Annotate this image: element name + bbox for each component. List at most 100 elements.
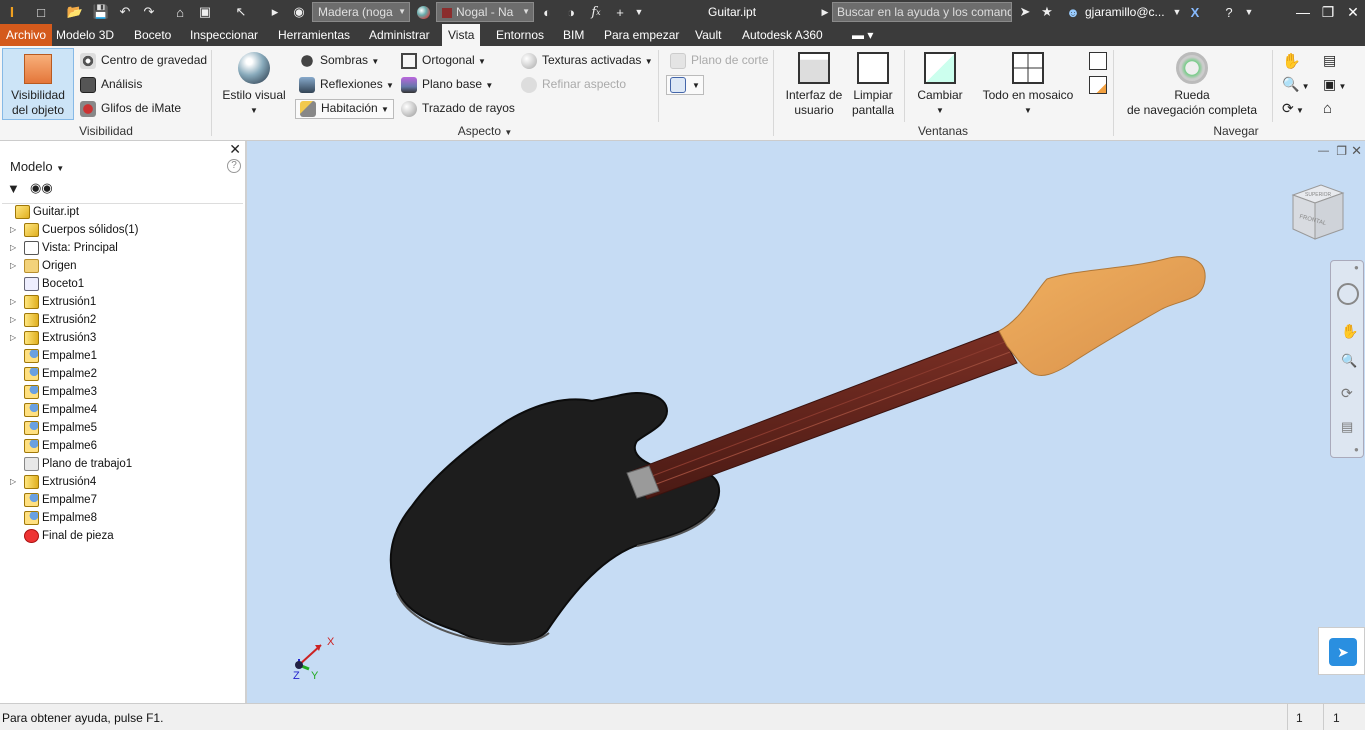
home-icon[interactable]: ⌂ (171, 3, 189, 21)
tree-item[interactable]: Empalme3 (0, 383, 240, 401)
tab-entornos[interactable]: Entornos (490, 24, 550, 46)
object-visibility-button[interactable]: Visibilidad del objeto (2, 48, 74, 120)
tree-item[interactable]: ▷ Extrusión4 (0, 473, 240, 491)
tree-item[interactable]: Empalme8 (0, 509, 240, 527)
expand-arrow-icon[interactable]: ▷ (10, 239, 16, 257)
color-wheel-icon[interactable]: ◉ (290, 3, 308, 21)
restore-button[interactable]: ❐ (1317, 2, 1339, 22)
tree-item[interactable]: Empalme4 (0, 401, 240, 419)
close-button[interactable]: ✕ (1342, 2, 1364, 22)
new-window-icon[interactable] (1089, 76, 1107, 94)
tab-para-empezar[interactable]: Para empezar (598, 24, 685, 46)
tab-overflow-button[interactable]: ▬ ▾ (846, 24, 879, 46)
switch-window-button[interactable]: Cambiar ▼ (912, 52, 968, 118)
ray-tracing-button[interactable]: Trazado de rayos (401, 101, 515, 117)
expand-arrow-icon[interactable]: ▷ (10, 293, 16, 311)
tree-item[interactable]: Empalme1 (0, 347, 240, 365)
search-binoculars-icon[interactable]: ◉◉ (30, 180, 53, 196)
reflections-button[interactable]: Reflexiones ▼ (299, 77, 394, 93)
ground-plane-button[interactable]: Plano base ▼ (401, 77, 493, 93)
search-binoculars-icon[interactable]: ➤ (1016, 3, 1034, 21)
graphics-viewport[interactable]: — ❐ ✕ FRONTAL SUPERIOR ● ✋ 🔍 ⟳ ▤ ● X Y Z… (247, 141, 1365, 703)
help-chevron-icon[interactable]: ▼ (1240, 3, 1258, 21)
tree-item[interactable]: Guitar.ipt (0, 203, 240, 221)
refine-appearance-button[interactable]: Refinar aspecto (521, 77, 626, 93)
tab-inspeccionar[interactable]: Inspeccionar (184, 24, 264, 46)
tree-item[interactable]: Final de pieza (0, 527, 240, 545)
inventor-logo-icon[interactable]: I (3, 3, 21, 21)
tab-administrar[interactable]: Administrar (363, 24, 436, 46)
filter-icon[interactable]: ▼ (7, 181, 20, 196)
user-chevron-icon[interactable]: ▼ (1168, 3, 1186, 21)
tab-bim[interactable]: BIM (557, 24, 590, 46)
tab-vault[interactable]: Vault (689, 24, 727, 46)
tab-archivo[interactable]: Archivo (0, 24, 53, 46)
tab-autodesk-a360[interactable]: Autodesk A360 (736, 24, 829, 46)
cascade-windows-icon[interactable] (1089, 52, 1107, 70)
help-search-input[interactable]: Buscar en la ayuda y los comand (832, 2, 1012, 22)
clear-appearance-icon[interactable]: ◑ (562, 3, 580, 21)
open-file-icon[interactable]: 📂 (66, 3, 84, 21)
tree-item[interactable]: ▷ Vista: Principal (0, 239, 240, 257)
tile-all-button[interactable]: Todo en mosaico ▼ (978, 52, 1078, 118)
orthographic-button[interactable]: Ortogonal ▼ (401, 53, 486, 69)
imate-glyphs-button[interactable]: Glifos de iMate (80, 101, 181, 117)
tab-boceto[interactable]: Boceto (128, 24, 177, 46)
material-dropdown[interactable]: Madera (noga ▼ (312, 2, 410, 22)
new-file-icon[interactable]: □ (32, 3, 50, 21)
zoom-all-icon[interactable]: ▣ ▼ (1323, 76, 1346, 93)
tree-item[interactable]: Plano de trabajo1 (0, 455, 240, 473)
expand-arrow-icon[interactable]: ▷ (10, 473, 16, 491)
tab-herramientas[interactable]: Herramientas (272, 24, 356, 46)
share-button[interactable]: ➤ (1318, 627, 1365, 675)
room-button[interactable]: Habitación ▼ (295, 99, 394, 119)
orbit-icon[interactable]: ⟳ ▼ (1282, 100, 1304, 117)
exchange-apps-icon[interactable]: X (1186, 3, 1204, 21)
textures-on-button[interactable]: Texturas activadas ▼ (521, 53, 653, 69)
tree-item[interactable]: ▷ Extrusión1 (0, 293, 240, 311)
expand-arrow-icon[interactable]: ▷ (10, 311, 16, 329)
tree-item[interactable]: ▷ Cuerpos sólidos(1) (0, 221, 240, 239)
close-panel-icon[interactable]: ✕ (229, 141, 241, 158)
zoom-icon[interactable]: 🔍 ▼ (1282, 76, 1310, 93)
update-icon[interactable]: ▣ (196, 3, 214, 21)
help-icon[interactable]: ? (227, 159, 241, 173)
parameters-fx-icon[interactable]: fx (587, 3, 605, 21)
tree-item[interactable]: ▷ Extrusión3 (0, 329, 240, 347)
home-view-icon[interactable]: ⌂ (1323, 100, 1332, 117)
look-at-icon[interactable]: ▤ (1323, 52, 1336, 69)
tab-modelo-3d[interactable]: Modelo 3D (50, 24, 120, 46)
user-name[interactable]: gjaramillo@c... (1085, 5, 1165, 19)
save-icon[interactable]: 💾 (92, 3, 110, 21)
expand-arrow-icon[interactable]: ▷ (10, 329, 16, 347)
adjust-appearance-icon[interactable]: ◐ (538, 3, 556, 21)
minimize-button[interactable]: — (1292, 2, 1314, 22)
tree-item[interactable]: Empalme7 (0, 491, 240, 509)
analysis-button[interactable]: Análisis (80, 77, 142, 93)
appearance-dropdown[interactable]: Nogal - Na ▼ (436, 2, 534, 22)
undo-icon[interactable]: ↶ (116, 3, 134, 21)
visual-style-button[interactable]: Estilo visual ▼ (218, 52, 290, 118)
center-of-gravity-button[interactable]: Centro de gravedad (80, 53, 207, 69)
tree-item[interactable]: ▷ Extrusión2 (0, 311, 240, 329)
expand-arrow-icon[interactable]: ▷ (10, 221, 16, 239)
tree-item[interactable]: Boceto1 (0, 275, 240, 293)
tree-item[interactable]: Empalme6 (0, 437, 240, 455)
browser-title-dropdown[interactable]: Modelo ▼ (10, 159, 64, 174)
tree-item[interactable]: Empalme2 (0, 365, 240, 383)
full-navigation-wheel-button[interactable]: Rueda de navegación completa (1122, 52, 1262, 118)
select-icon[interactable]: ↖ (232, 3, 250, 21)
favorites-star-icon[interactable]: ★ (1038, 3, 1056, 21)
tab-vista[interactable]: Vista (442, 24, 481, 46)
tree-item[interactable]: Empalme5 (0, 419, 240, 437)
section-plane-button[interactable]: Plano de corte (670, 53, 768, 69)
redo-icon[interactable]: ↷ (140, 3, 158, 21)
user-interface-button[interactable]: Interfaz de usuario (782, 52, 846, 118)
help-icon[interactable]: ? (1220, 3, 1238, 21)
pan-hand-icon[interactable]: ✋ (1282, 52, 1301, 70)
shadows-button[interactable]: Sombras ▼ (299, 53, 379, 69)
customize-chevron-icon[interactable]: ▼ (630, 3, 648, 21)
expand-arrow-icon[interactable]: ▷ (10, 257, 16, 275)
tree-item[interactable]: ▷ Origen (0, 257, 240, 275)
measure-icon[interactable]: ▸ (266, 3, 284, 21)
